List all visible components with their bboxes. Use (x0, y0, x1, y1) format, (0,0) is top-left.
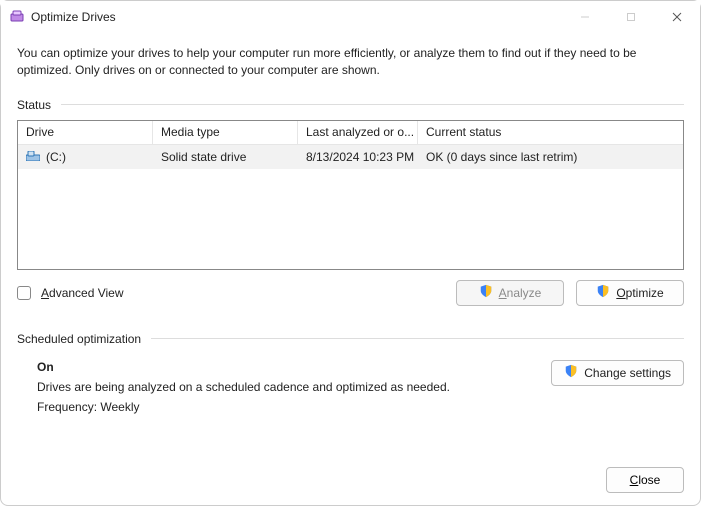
cell-last: 8/13/2024 10:23 PM (298, 150, 418, 164)
schedule-frequency: Frequency: Weekly (37, 400, 450, 414)
window-title: Optimize Drives (31, 10, 116, 24)
intro-text: You can optimize your drives to help you… (17, 45, 684, 80)
column-media-type[interactable]: Media type (153, 121, 298, 144)
table-row[interactable]: (C:) Solid state drive 8/13/2024 10:23 P… (18, 145, 683, 169)
drives-table[interactable]: Drive Media type Last analyzed or o... C… (17, 120, 684, 270)
shield-icon (564, 364, 578, 381)
analyze-button[interactable]: Analyze (456, 280, 564, 306)
advanced-view-label[interactable]: Advanced View (41, 286, 124, 300)
titlebar: Optimize Drives (1, 1, 700, 33)
divider (151, 338, 684, 339)
minimize-button[interactable] (562, 1, 608, 33)
advanced-view-checkbox[interactable] (17, 286, 31, 300)
change-settings-button[interactable]: Change settings (551, 360, 684, 386)
schedule-on: On (37, 360, 450, 374)
shield-icon (596, 284, 610, 301)
column-current-status[interactable]: Current status (418, 121, 683, 144)
drive-icon (26, 150, 40, 164)
status-header: Status (17, 98, 684, 112)
maximize-button[interactable] (608, 1, 654, 33)
close-button[interactable]: Close (606, 467, 684, 493)
window-controls (562, 1, 700, 33)
schedule-label: Scheduled optimization (17, 332, 151, 346)
schedule-header: Scheduled optimization (17, 332, 684, 346)
optimize-button[interactable]: Optimize (576, 280, 684, 306)
cell-drive: (C:) (46, 150, 66, 164)
close-window-button[interactable] (654, 1, 700, 33)
divider (61, 104, 684, 105)
shield-icon (479, 284, 493, 301)
status-label: Status (17, 98, 61, 112)
cell-status: OK (0 days since last retrim) (418, 150, 683, 164)
app-icon (9, 9, 25, 25)
table-header: Drive Media type Last analyzed or o... C… (18, 121, 683, 145)
cell-media: Solid state drive (153, 150, 298, 164)
schedule-description: Drives are being analyzed on a scheduled… (37, 380, 450, 394)
column-drive[interactable]: Drive (18, 121, 153, 144)
column-last-analyzed[interactable]: Last analyzed or o... (298, 121, 418, 144)
